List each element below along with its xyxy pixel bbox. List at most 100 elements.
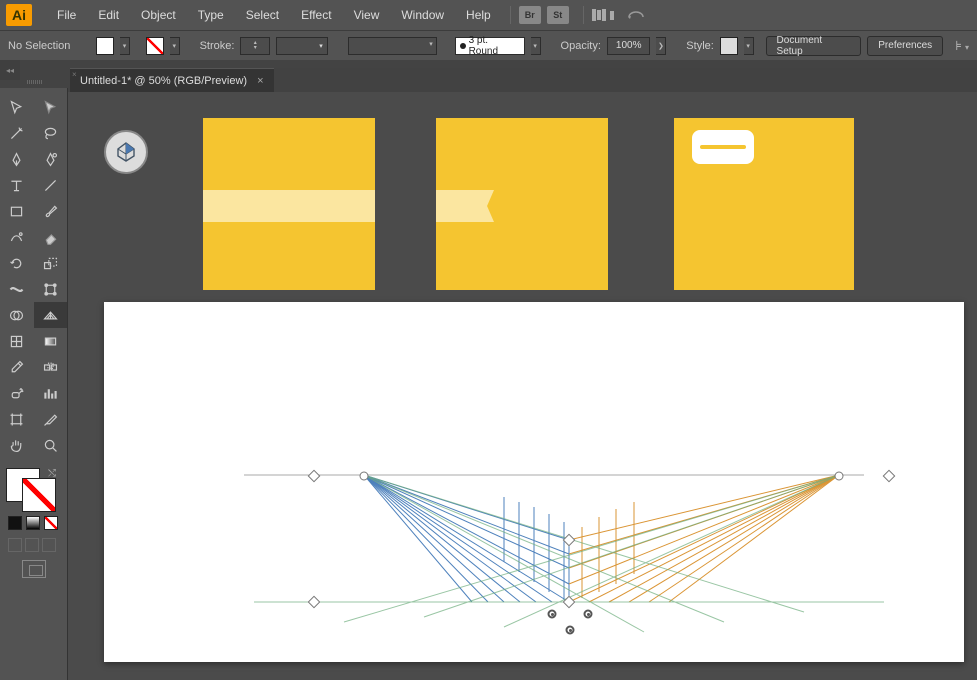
bridge-icon[interactable]: Br bbox=[519, 6, 541, 24]
menu-bar: Ai File Edit Object Type Select Effect V… bbox=[0, 0, 977, 30]
graphic-style-swatch[interactable] bbox=[720, 37, 738, 55]
draw-behind[interactable] bbox=[25, 538, 39, 552]
vanishing-point-right[interactable] bbox=[835, 472, 844, 481]
curvature-tool[interactable] bbox=[34, 146, 68, 172]
fill-dropdown[interactable]: ▾ bbox=[120, 37, 130, 55]
slice-tool[interactable] bbox=[34, 406, 68, 432]
graphic-style-dropdown[interactable]: ▾ bbox=[744, 37, 754, 55]
toolbar-grip[interactable] bbox=[0, 78, 68, 86]
ribbon-band bbox=[203, 190, 375, 222]
opacity-input[interactable]: 100% bbox=[607, 37, 651, 55]
close-tab-icon[interactable]: × bbox=[257, 75, 263, 87]
stroke-weight-dropdown[interactable]: ▾ bbox=[276, 37, 328, 55]
color-mode-gradient[interactable] bbox=[26, 516, 40, 530]
brush-definition[interactable]: 3 pt. Round bbox=[455, 37, 525, 55]
fill-swatch[interactable] bbox=[96, 37, 114, 55]
canvas[interactable] bbox=[68, 92, 977, 680]
brush-dropdown[interactable]: ▾ bbox=[531, 37, 541, 55]
swap-fill-stroke-icon[interactable]: ⤭ bbox=[48, 468, 56, 479]
draw-normal[interactable] bbox=[8, 538, 22, 552]
stock-icon[interactable]: St bbox=[547, 6, 569, 24]
type-tool[interactable] bbox=[0, 172, 34, 198]
stroke-weight-stepper[interactable]: ▴▾ bbox=[240, 37, 270, 55]
separator bbox=[510, 6, 511, 24]
gradient-tool[interactable] bbox=[34, 328, 68, 354]
rotate-tool[interactable] bbox=[0, 250, 34, 276]
width-tool[interactable] bbox=[0, 276, 34, 302]
symbol-sprayer-tool[interactable] bbox=[0, 380, 34, 406]
perspective-plane-widget[interactable] bbox=[104, 130, 148, 174]
zoom-tool[interactable] bbox=[34, 432, 68, 458]
vanishing-point-left[interactable] bbox=[360, 472, 369, 481]
round-brush-icon bbox=[460, 43, 466, 49]
menu-type[interactable]: Type bbox=[187, 2, 235, 28]
ground-handle[interactable] bbox=[584, 610, 593, 619]
direct-selection-tool[interactable] bbox=[34, 94, 68, 120]
blend-tool[interactable] bbox=[34, 354, 68, 380]
menu-view[interactable]: View bbox=[343, 2, 391, 28]
menu-help[interactable]: Help bbox=[455, 2, 502, 28]
brush-definition-label: 3 pt. Round bbox=[469, 35, 520, 57]
paintbrush-tool[interactable] bbox=[34, 198, 68, 224]
drawing-modes bbox=[8, 538, 59, 552]
menu-window[interactable]: Window bbox=[390, 2, 455, 28]
ribbon-tag bbox=[436, 190, 494, 222]
selection-tool[interactable] bbox=[0, 94, 34, 120]
opacity-dropdown[interactable]: ❯ bbox=[656, 37, 666, 55]
scale-tool[interactable] bbox=[34, 250, 68, 276]
fill-stroke-indicator[interactable]: ⤭ bbox=[6, 468, 56, 512]
eyedropper-tool[interactable] bbox=[0, 354, 34, 380]
menu-select[interactable]: Select bbox=[235, 2, 290, 28]
pin-control-bar-icon[interactable]: ⊧▾ bbox=[955, 38, 969, 54]
capsule-shape bbox=[692, 130, 754, 164]
screen-mode-icon[interactable] bbox=[22, 560, 46, 578]
document-tab-bar: × Untitled-1* @ 50% (RGB/Preview) × bbox=[70, 68, 977, 92]
variable-width-profile[interactable] bbox=[348, 37, 437, 55]
artwork-card-2[interactable] bbox=[436, 118, 608, 290]
artwork-card-3[interactable] bbox=[674, 118, 854, 290]
color-mode-solid[interactable] bbox=[8, 516, 22, 530]
tools-panel: ⤭ bbox=[0, 88, 68, 680]
menu-edit[interactable]: Edit bbox=[87, 2, 130, 28]
document-setup-button[interactable]: Document Setup bbox=[766, 36, 862, 56]
style-label: Style: bbox=[686, 40, 714, 52]
control-bar: No Selection ▾ ▾ Stroke: ▴▾ ▾ 3 pt. Roun… bbox=[0, 30, 977, 60]
document-tab-title: Untitled-1* @ 50% (RGB/Preview) bbox=[80, 75, 247, 87]
preferences-button[interactable]: Preferences bbox=[867, 36, 943, 56]
free-transform-tool[interactable] bbox=[34, 276, 68, 302]
menu-file[interactable]: File bbox=[46, 2, 87, 28]
tab-pin-icon: × bbox=[72, 70, 77, 79]
stroke-color-icon[interactable] bbox=[22, 478, 56, 512]
color-mode-row bbox=[8, 516, 59, 530]
stroke-swatch[interactable] bbox=[146, 37, 164, 55]
shape-builder-tool[interactable] bbox=[0, 302, 34, 328]
magic-wand-tool[interactable] bbox=[0, 120, 34, 146]
eraser-tool[interactable] bbox=[34, 224, 68, 250]
artwork-card-1[interactable] bbox=[203, 118, 375, 290]
pen-tool[interactable] bbox=[0, 146, 34, 172]
rectangle-tool[interactable] bbox=[0, 198, 34, 224]
artboard-tool[interactable] bbox=[0, 406, 34, 432]
line-segment-tool[interactable] bbox=[34, 172, 68, 198]
ground-handle[interactable] bbox=[566, 626, 575, 635]
color-mode-none[interactable] bbox=[44, 516, 58, 530]
stroke-dropdown[interactable]: ▾ bbox=[170, 37, 180, 55]
separator bbox=[583, 6, 584, 24]
perspective-grid bbox=[104, 302, 964, 662]
column-graph-tool[interactable] bbox=[34, 380, 68, 406]
document-tab[interactable]: × Untitled-1* @ 50% (RGB/Preview) × bbox=[70, 68, 274, 92]
mesh-tool[interactable] bbox=[0, 328, 34, 354]
menu-effect[interactable]: Effect bbox=[290, 2, 342, 28]
sync-settings-icon[interactable] bbox=[626, 7, 646, 23]
draw-inside[interactable] bbox=[42, 538, 56, 552]
hand-tool[interactable] bbox=[0, 432, 34, 458]
lasso-tool[interactable] bbox=[34, 120, 68, 146]
perspective-grid-tool[interactable] bbox=[34, 302, 68, 328]
shaper-tool[interactable] bbox=[0, 224, 34, 250]
stroke-label: Stroke: bbox=[200, 40, 235, 52]
menu-object[interactable]: Object bbox=[130, 2, 187, 28]
arrange-documents-icon[interactable]: ▾ bbox=[592, 9, 614, 21]
panel-collapse-toggle[interactable]: ◂◂ bbox=[0, 60, 20, 80]
artboard[interactable] bbox=[104, 302, 964, 662]
ground-handle[interactable] bbox=[548, 610, 557, 619]
